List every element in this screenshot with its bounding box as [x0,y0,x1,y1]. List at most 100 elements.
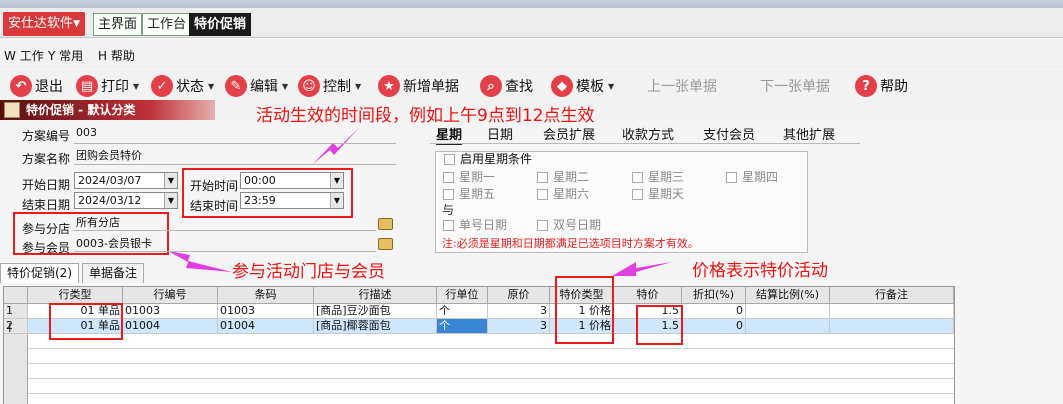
tab-payment[interactable]: 收款方式 [622,124,674,143]
tab-member-ext[interactable]: 会员扩展 [543,124,595,143]
table-cell-code[interactable]: 01003 [123,304,218,319]
chevron-down-icon[interactable]: ▼ [330,193,343,208]
tab-other-ext[interactable]: 其他扩展 [783,124,835,143]
enable-week-checkbox[interactable]: 启用星期条件 [444,150,532,167]
table-cell-settle[interactable] [746,304,830,319]
plan-no-label: 方案编号 [22,129,71,143]
table-cell-discount[interactable]: 0 [682,304,746,319]
col-header-type[interactable]: 行类型 [28,287,123,304]
text-cursor-icon: I [8,321,12,335]
tab-promo-detail[interactable]: 特价促销(2) [0,263,79,283]
row-header-corner [4,287,28,304]
tab-date[interactable]: 日期 [487,124,513,143]
week-note: 注:必须是星期和日期都满足已选项目时方案才有效。 [442,237,699,250]
checkbox[interactable] [537,172,548,183]
checkbox[interactable] [632,172,643,183]
col-header-unit[interactable]: 行单位 [437,287,488,304]
table-cell-barcode[interactable]: 01004 [218,319,314,334]
start-time-value: 00:00 [244,174,276,187]
end-date-field[interactable]: 2024/03/12 ▼ [74,192,178,209]
end-time-label: 结束时间 [190,199,239,213]
tab-pay-member[interactable]: 支付会员 [703,124,755,143]
end-time-value: 23:59 [244,194,276,207]
tab-remark[interactable]: 单据备注 [82,263,145,283]
checkbox-fri[interactable]: 星期五 [443,185,495,202]
checkbox[interactable] [537,220,548,231]
start-date-label: 开始日期 [22,178,71,192]
table-cell-code[interactable]: 01004 [123,319,218,334]
end-date-value: 2024/03/12 [78,194,142,207]
checkbox[interactable] [443,189,454,200]
grid-tabs: 特价促销(2) 单据备注 [0,262,1063,284]
checkbox-sun[interactable]: 星期天 [632,185,684,202]
checkbox-sat[interactable]: 星期六 [537,185,589,202]
checkbox-thu[interactable]: 星期四 [726,168,778,185]
table-cell-settle[interactable] [746,319,830,334]
type-highlight-box [49,303,123,340]
col-header-code[interactable]: 行编号 [123,287,218,304]
tue-label: 星期二 [553,170,590,184]
chevron-down-icon[interactable]: ▼ [330,173,343,188]
checkbox[interactable] [444,154,455,165]
chevron-down-icon[interactable]: ▼ [164,173,177,188]
table-cell-unit[interactable]: 个 [437,319,488,334]
col-header-price[interactable]: 特价 [614,287,682,304]
even-date-label: 双号日期 [553,218,602,232]
sat-label: 星期六 [553,187,590,201]
checkbox[interactable] [537,189,548,200]
member-label: 参与会员 [22,241,71,255]
checkbox-odd-date[interactable]: 单号日期 [443,216,507,233]
mon-label: 星期一 [459,170,496,184]
row-header-column [4,334,28,404]
end-time-field[interactable]: 23:59 ▼ [240,192,344,209]
arrow-time [313,127,360,164]
table-cell-orig-price[interactable]: 3 [488,304,550,319]
start-date-field[interactable]: 2024/03/07 ▼ [74,172,178,189]
col-header-barcode[interactable]: 条码 [218,287,314,304]
col-header-desc[interactable]: 行描述 [314,287,437,304]
checkbox[interactable] [632,189,643,200]
detail-grid: 行类型 行编号 条码 行描述 行单位 原价 特价类型 特价 折扣(%) 结算比例… [3,286,955,404]
start-time-field[interactable]: 00:00 ▼ [240,172,344,189]
store-label: 参与分店 [22,222,71,236]
checkbox[interactable] [443,220,454,231]
tab-week[interactable]: 星期 [436,124,463,145]
price-highlight-box [636,305,683,345]
col-header-orig-price[interactable]: 原价 [488,287,550,304]
fri-label: 星期五 [459,187,496,201]
wed-label: 星期三 [648,170,685,184]
table-cell-desc[interactable]: [商品]豆沙面包 [314,304,437,319]
checkbox[interactable] [726,172,737,183]
member-value[interactable]: 0003-会员银卡 [76,235,152,251]
checkbox-tue[interactable]: 星期二 [537,168,589,185]
table-cell-desc[interactable]: [商品]椰蓉面包 [314,319,437,334]
col-header-settle[interactable]: 结算比例(%) [746,287,830,304]
empty-rows [28,334,954,404]
checkbox-even-date[interactable]: 双号日期 [537,216,601,233]
col-header-remark[interactable]: 行备注 [830,287,954,304]
table-cell-remark[interactable] [830,319,954,334]
odd-date-label: 单号日期 [459,218,508,232]
row-number: 1 [4,304,28,319]
checkbox-wed[interactable]: 星期三 [632,168,684,185]
table-cell-unit[interactable]: 个 [437,304,488,319]
folder-icon[interactable] [378,218,393,230]
plan-no-underline [74,143,396,144]
plan-no-value[interactable]: 003 [76,126,97,139]
col-header-discount[interactable]: 折扣(%) [682,287,746,304]
checkbox-mon[interactable]: 星期一 [443,168,495,185]
enable-week-label: 启用星期条件 [460,152,533,166]
table-cell-remark[interactable] [830,304,954,319]
table-cell-orig-price[interactable]: 3 [488,319,550,334]
store-value[interactable]: 所有分店 [76,214,120,230]
checkbox[interactable] [443,172,454,183]
thu-label: 星期四 [742,170,779,184]
end-date-label: 结束日期 [22,198,71,212]
plan-name-label: 方案名称 [22,152,71,166]
table-cell-discount[interactable]: 0 [682,319,746,334]
folder-icon[interactable] [378,238,393,250]
plan-name-value[interactable]: 团购会员特价 [76,147,142,163]
table-cell-barcode[interactable]: 01003 [218,304,314,319]
chevron-down-icon[interactable]: ▼ [164,193,177,208]
start-date-value: 2024/03/07 [78,174,142,187]
